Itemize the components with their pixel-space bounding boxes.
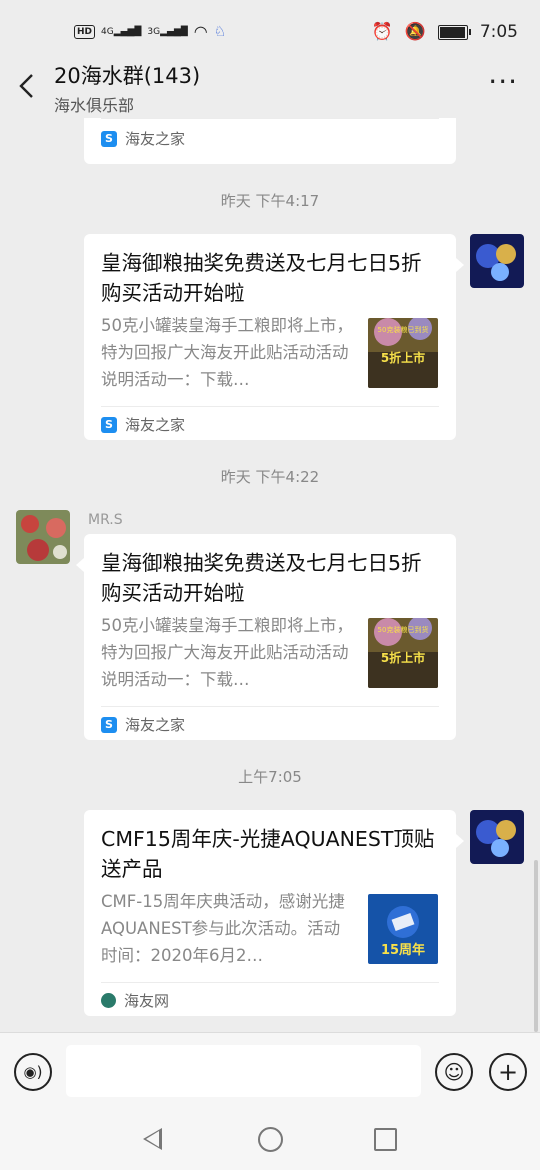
mute-icon: 🔕 — [404, 22, 426, 42]
sender-name: MR.S — [88, 512, 123, 528]
timestamp: 昨天 下午4:17 — [220, 192, 320, 210]
card-divider — [101, 982, 439, 983]
card-source: S 海友之家 — [101, 128, 185, 149]
shared-link-card[interactable]: CMF15周年庆-光捷AQUANEST顶贴送产品 CMF-15周年庆典活动，感谢… — [84, 810, 456, 1016]
back-arrow-icon[interactable] — [14, 72, 42, 100]
card-divider — [101, 706, 439, 707]
more-options-button[interactable]: ··· — [488, 68, 518, 96]
card-source-label: 海友之家 — [125, 416, 186, 434]
haiyou-app-icon: S — [101, 416, 117, 433]
clock: 7:05 — [479, 22, 518, 42]
thumbnail-caption: 5折上市 — [381, 350, 425, 365]
emoji-button[interactable]: ☺ — [435, 1053, 473, 1091]
battery-icon — [437, 24, 471, 40]
nav-recents-icon[interactable] — [374, 1128, 397, 1151]
voice-icon: ◉) — [23, 1063, 43, 1081]
chat-header: 20海水群(143) 海水俱乐部 ··· — [0, 56, 540, 118]
my-avatar[interactable] — [470, 234, 524, 288]
my-avatar[interactable] — [470, 810, 524, 864]
card-source: S 海友之家 — [101, 714, 185, 735]
sender-avatar[interactable] — [16, 510, 70, 564]
chat-title: 20海水群(143) — [54, 64, 201, 88]
thumbnail-caption: 15周年 — [381, 942, 425, 958]
card-source-label: 海友网 — [124, 992, 170, 1010]
bubble-tail — [456, 258, 464, 272]
hd-badge: HD — [74, 24, 96, 39]
thumbnail-caption: 5折上市 — [381, 650, 425, 665]
wifi-icon: ◠ — [193, 22, 208, 41]
fish-food-thumbnail-image: 50克装粮已到货 5折上市 — [368, 318, 438, 388]
haiyou-app-icon: S — [101, 130, 117, 147]
shared-link-card[interactable]: S 海友之家 — [84, 118, 456, 164]
alarm-icon: ⏰ — [371, 22, 393, 42]
coral-avatar-image — [16, 510, 70, 564]
haiyou-app-icon: S — [101, 716, 117, 733]
card-divider — [101, 406, 439, 407]
card-divider — [101, 118, 439, 119]
message-text-input[interactable] — [66, 1045, 421, 1097]
chat-scrollbar[interactable] — [534, 860, 538, 1032]
card-title: 皇海御粮抽奖免费送及七月七日5折购买活动开始啦 — [101, 551, 422, 605]
card-thumbnail: 50克装粮已到货 5折上市 — [368, 318, 438, 388]
voice-input-button[interactable]: ◉) — [14, 1053, 52, 1091]
status-left: HD 4G▂▄▆█ 3G▂▄▆█ ◠ ♘ — [74, 22, 226, 41]
card-source: S 海友之家 — [101, 414, 185, 435]
thumbnail-caption-top: 50克装粮已到货 — [378, 625, 429, 634]
card-source-label: 海友之家 — [125, 716, 186, 734]
chat-message-list[interactable]: S 海友之家 昨天 下午4:17 皇海御粮抽奖免费送及七月七日5折购买活动开始啦… — [0, 118, 540, 1032]
shared-link-card[interactable]: 皇海御粮抽奖免费送及七月七日5折购买活动开始啦 50克小罐装皇海手工粮即将上市，… — [84, 234, 456, 440]
more-actions-button[interactable]: + — [489, 1053, 527, 1091]
fish-food-thumbnail-image: 50克装粮已到货 5折上市 — [368, 618, 438, 688]
baidu-icon: ♘ — [213, 23, 227, 40]
status-right: ⏰ 🔕 7:05 — [371, 22, 518, 42]
card-thumbnail: 50克装粮已到货 5折上市 — [368, 618, 438, 688]
haiyouwang-app-icon — [101, 993, 116, 1008]
system-navigation-bar — [0, 1110, 540, 1170]
anniversary-thumbnail-image: 15周年 — [368, 894, 438, 964]
aquarium-avatar-image — [470, 234, 524, 288]
shared-link-card[interactable]: 皇海御粮抽奖免费送及七月七日5折购买活动开始啦 50克小罐装皇海手工粮即将上市，… — [84, 534, 456, 740]
card-description: 50克小罐装皇海手工粮即将上市，特为回报广大海友开此贴活动活动说明活动一：下载… — [101, 316, 353, 389]
bubble-tail — [76, 558, 84, 572]
card-title: 皇海御粮抽奖免费送及七月七日5折购买活动开始啦 — [101, 251, 422, 305]
signal-icon-sim2: 3G▂▄▆█ — [147, 26, 188, 37]
timestamp: 上午7:05 — [238, 768, 302, 786]
aquarium-avatar-image — [470, 810, 524, 864]
message-input-bar: ◉) ☺ + — [0, 1032, 540, 1111]
chat-subtitle: 海水俱乐部 — [54, 96, 135, 115]
timestamp: 昨天 下午4:22 — [220, 468, 320, 486]
signal-icon-sim1: 4G▂▄▆█ — [101, 26, 142, 37]
card-source-label: 海友之家 — [125, 130, 186, 148]
card-description: 50克小罐装皇海手工粮即将上市，特为回报广大海友开此贴活动活动说明活动一：下载… — [101, 616, 353, 689]
thumbnail-caption-top: 50克装粮已到货 — [378, 325, 429, 334]
card-description: CMF-15周年庆典活动，感谢光捷AQUANEST参与此次活动。活动时间：202… — [101, 892, 345, 965]
nav-back-icon[interactable] — [143, 1128, 162, 1150]
card-thumbnail: 15周年 — [368, 894, 438, 964]
plus-icon: + — [497, 1058, 519, 1086]
card-title: CMF15周年庆-光捷AQUANEST顶贴送产品 — [101, 827, 435, 881]
bubble-tail — [456, 834, 464, 848]
smiley-icon: ☺ — [443, 1060, 465, 1084]
card-source: 海友网 — [101, 990, 169, 1011]
nav-home-icon[interactable] — [258, 1127, 283, 1152]
